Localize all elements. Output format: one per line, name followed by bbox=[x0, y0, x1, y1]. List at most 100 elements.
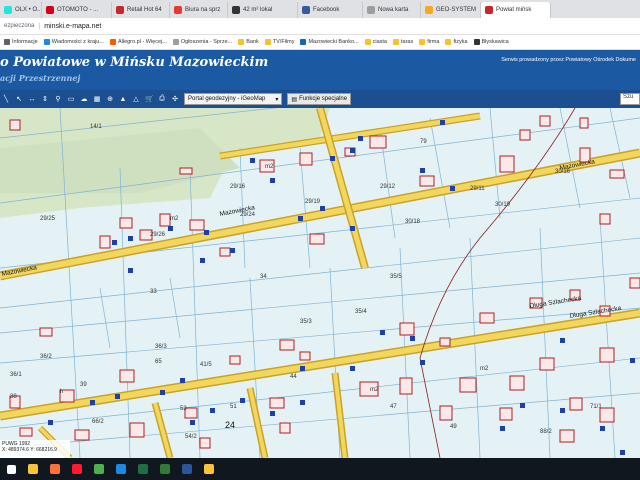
address-marker[interactable] bbox=[270, 411, 275, 416]
address-marker[interactable] bbox=[180, 378, 185, 383]
address-marker[interactable] bbox=[298, 216, 303, 221]
bookmark-9[interactable]: firma bbox=[419, 39, 439, 45]
building[interactable] bbox=[599, 407, 615, 423]
address-marker[interactable] bbox=[330, 156, 335, 161]
address-marker[interactable] bbox=[350, 148, 355, 153]
firefox-icon[interactable] bbox=[44, 458, 66, 480]
building[interactable] bbox=[599, 347, 615, 363]
address-marker[interactable] bbox=[620, 450, 625, 455]
address-marker[interactable] bbox=[630, 358, 635, 363]
mail-icon[interactable] bbox=[198, 458, 220, 480]
building[interactable] bbox=[499, 407, 513, 421]
building[interactable] bbox=[269, 397, 285, 409]
address-marker[interactable] bbox=[250, 158, 255, 163]
measure-distance-icon[interactable]: ↔ bbox=[28, 96, 36, 103]
building[interactable] bbox=[609, 169, 625, 179]
bookmark-5[interactable]: TV/Filmy bbox=[264, 39, 294, 45]
bookmark-2[interactable]: Allegro.pl - Więcej... bbox=[109, 39, 167, 45]
building[interactable] bbox=[74, 429, 90, 441]
building[interactable] bbox=[99, 235, 111, 249]
building[interactable] bbox=[19, 427, 33, 437]
bookmark-4[interactable]: Bank bbox=[238, 39, 259, 45]
cloud-icon[interactable]: ☁ bbox=[80, 95, 88, 103]
building[interactable] bbox=[279, 422, 291, 434]
building[interactable] bbox=[179, 167, 193, 175]
tab-3[interactable]: Biura na sprz bbox=[170, 2, 228, 18]
address-marker[interactable] bbox=[200, 258, 205, 263]
building[interactable] bbox=[119, 217, 133, 229]
address-marker[interactable] bbox=[380, 330, 385, 335]
address-marker[interactable] bbox=[48, 420, 53, 425]
address-marker[interactable] bbox=[112, 240, 117, 245]
tab-7[interactable]: GEO-SYSTEM bbox=[421, 2, 481, 18]
building[interactable] bbox=[229, 355, 241, 365]
building[interactable] bbox=[129, 422, 145, 438]
tab-6[interactable]: Nowa karta bbox=[363, 2, 421, 18]
map-canvas[interactable]: 14/1 79 29/25 29/24 29/26 29/19 29/16 29/12 29/1… bbox=[0, 108, 640, 458]
windows-icon[interactable] bbox=[0, 458, 22, 480]
address-marker[interactable] bbox=[560, 408, 565, 413]
building[interactable] bbox=[569, 397, 583, 411]
file-explorer-icon[interactable] bbox=[22, 458, 44, 480]
building[interactable] bbox=[299, 152, 313, 166]
print-icon[interactable]: ⎙ bbox=[158, 95, 166, 103]
app-icon[interactable] bbox=[154, 458, 176, 480]
address-marker[interactable] bbox=[190, 420, 195, 425]
search-input[interactable]: Szu bbox=[620, 93, 640, 105]
address-marker[interactable] bbox=[520, 403, 525, 408]
address-marker[interactable] bbox=[410, 336, 415, 341]
building[interactable] bbox=[629, 277, 640, 289]
building[interactable] bbox=[119, 369, 135, 383]
address-marker[interactable] bbox=[204, 230, 209, 235]
building[interactable] bbox=[39, 327, 53, 337]
building[interactable] bbox=[299, 351, 311, 361]
building[interactable] bbox=[309, 233, 325, 245]
building[interactable] bbox=[479, 312, 495, 324]
portal-select[interactable]: Portal geodezyjny - iGeoMap ▾ bbox=[184, 93, 283, 105]
bookmark-11[interactable]: Błyskawica bbox=[473, 39, 509, 45]
building[interactable] bbox=[459, 377, 477, 393]
building[interactable] bbox=[559, 429, 575, 443]
address-marker[interactable] bbox=[240, 398, 245, 403]
building[interactable] bbox=[189, 219, 205, 231]
building[interactable] bbox=[439, 337, 451, 347]
address-marker[interactable] bbox=[420, 360, 425, 365]
url-text[interactable]: minski.e-mapa.net bbox=[44, 23, 101, 30]
building[interactable] bbox=[539, 357, 555, 371]
address-marker[interactable] bbox=[270, 178, 275, 183]
address-marker[interactable] bbox=[128, 268, 133, 273]
building[interactable] bbox=[199, 437, 211, 449]
building[interactable] bbox=[419, 175, 435, 187]
address-marker[interactable] bbox=[230, 248, 235, 253]
building[interactable] bbox=[9, 119, 21, 131]
address-marker[interactable] bbox=[128, 236, 133, 241]
address-marker[interactable] bbox=[500, 426, 505, 431]
bookmark-6[interactable]: Mazowiecki Banko... bbox=[300, 39, 359, 45]
building[interactable] bbox=[539, 115, 551, 127]
word-icon[interactable] bbox=[176, 458, 198, 480]
settings-icon[interactable]: ✣ bbox=[171, 95, 179, 103]
polygon-icon[interactable]: ▲ bbox=[119, 96, 127, 103]
measure-angle-icon[interactable]: ↖ bbox=[15, 95, 23, 103]
address-marker[interactable] bbox=[358, 136, 363, 141]
move-icon[interactable]: ⇕ bbox=[41, 95, 49, 103]
building[interactable] bbox=[399, 322, 415, 336]
address-marker[interactable] bbox=[420, 168, 425, 173]
address-marker[interactable] bbox=[560, 338, 565, 343]
photos-icon[interactable] bbox=[110, 458, 132, 480]
building[interactable] bbox=[399, 377, 413, 395]
zoom-icon[interactable]: ⊕ bbox=[106, 95, 114, 103]
layers-icon[interactable]: ▭ bbox=[67, 95, 75, 103]
special-functions-button[interactable]: ▤ Funkcje specjalne bbox=[287, 93, 352, 105]
tab-4[interactable]: 42 m² lokal bbox=[228, 2, 298, 18]
address-bar[interactable]: ezpieczona | minski.e-mapa.net bbox=[0, 18, 640, 35]
bookmark-8[interactable]: taras bbox=[392, 39, 413, 45]
address-marker[interactable] bbox=[300, 400, 305, 405]
bookmark-1[interactable]: Wiadomości z kraju... bbox=[43, 39, 104, 45]
cadastral-map[interactable]: 14/17929/2529/2429/2629/1929/16 29/12 29/1… bbox=[0, 108, 640, 458]
bookmark-0[interactable]: Informacje bbox=[4, 39, 38, 45]
address-marker[interactable] bbox=[450, 186, 455, 191]
tab-1[interactable]: OTOMOTO - ... bbox=[42, 2, 112, 18]
address-marker[interactable] bbox=[440, 120, 445, 125]
tab-2[interactable]: Retail Hot 64 bbox=[112, 2, 170, 18]
